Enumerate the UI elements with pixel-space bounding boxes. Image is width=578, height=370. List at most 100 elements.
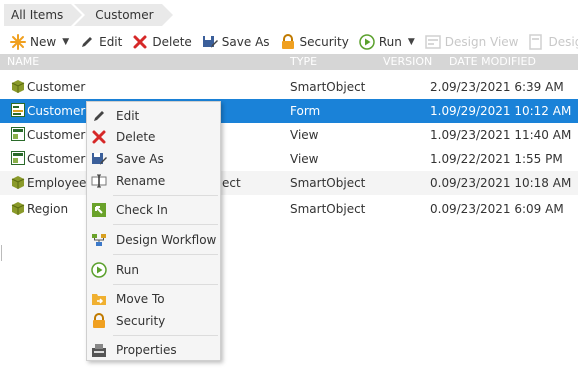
security-button-label: Security: [299, 35, 349, 49]
pencil-icon: [91, 108, 107, 124]
delete-x-icon: [132, 34, 148, 50]
design-form-button-label: Design Fo: [548, 35, 578, 49]
form-icon: [11, 103, 25, 117]
save-as-button[interactable]: Save As: [202, 34, 270, 50]
new-button[interactable]: New ▼: [10, 34, 69, 50]
row-version: 0.0: [430, 202, 450, 216]
context-menu: Edit Delete Save As Rename Check In Desi…: [86, 101, 221, 361]
row-version: 1.0: [430, 128, 450, 142]
lock-icon: [280, 34, 296, 50]
row-date: 9/29/2021 10:12 AM: [449, 104, 572, 118]
menu-item-label: Edit: [116, 109, 140, 123]
folder-move-icon: [91, 291, 107, 307]
smartobject-icon: [11, 201, 25, 215]
run-play-icon: [91, 262, 107, 278]
menu-separator: [113, 195, 218, 196]
column-header-date-modified[interactable]: DATE MODIFIED: [449, 55, 536, 68]
design-view-icon: [425, 34, 441, 50]
menu-item-label: Run: [116, 263, 140, 277]
delete-button[interactable]: Delete: [132, 34, 192, 50]
menu-item-label: Delete: [116, 130, 156, 144]
menu-item-edit[interactable]: Edit: [87, 105, 220, 127]
menu-item-label: Check In: [116, 203, 168, 217]
check-in-icon: [91, 202, 107, 218]
save-as-icon: [91, 151, 107, 167]
menu-item-label: Security: [116, 314, 166, 328]
column-header-version[interactable]: VERSION: [383, 55, 432, 68]
menu-item-label: Save As: [116, 152, 164, 166]
workflow-icon: [91, 232, 107, 248]
menu-item-delete[interactable]: Delete: [87, 126, 220, 148]
row-type: Form: [290, 104, 321, 118]
edit-button[interactable]: Edit: [79, 34, 122, 50]
smartobject-icon: [11, 175, 25, 189]
menu-separator: [113, 224, 218, 225]
design-view-button[interactable]: Design View: [425, 34, 519, 50]
menu-item-security[interactable]: Security: [87, 310, 220, 332]
row-date: 9/22/2021 1:55 PM: [449, 152, 563, 166]
new-button-label: New: [30, 35, 57, 49]
toolbar: New ▼ Edit Delete Save As Security Run ▼: [0, 30, 578, 54]
menu-item-save-as[interactable]: Save As: [87, 148, 220, 170]
row-name: Customer: [27, 80, 86, 94]
save-as-button-label: Save As: [221, 35, 270, 49]
breadcrumb-all-items[interactable]: All Items: [4, 4, 83, 26]
save-as-icon: [202, 34, 218, 50]
row-date: 9/23/2021 10:18 AM: [449, 176, 572, 190]
run-play-icon: [359, 34, 375, 50]
row-date: 9/23/2021 6:09 AM: [449, 202, 564, 216]
run-button-label: Run: [378, 35, 402, 49]
row-type: View: [290, 152, 319, 166]
row-type: SmartObject: [290, 80, 366, 94]
properties-icon: [91, 342, 107, 358]
menu-item-move-to[interactable]: Move To: [87, 288, 220, 310]
menu-item-design-workflow[interactable]: Design Workflow: [87, 229, 220, 251]
smartobject-icon: [11, 79, 25, 93]
menu-item-rename[interactable]: Rename: [87, 170, 220, 192]
row-name: Customer I: [27, 128, 93, 142]
menu-separator: [113, 254, 218, 255]
pencil-icon: [79, 34, 95, 50]
run-button[interactable]: Run ▼: [359, 34, 415, 50]
rename-icon: [91, 173, 107, 189]
menu-item-label: Design Workflow: [116, 233, 217, 247]
breadcrumb-customer[interactable]: Customer: [74, 4, 173, 26]
row-name: Region: [27, 202, 69, 216]
menu-separator: [113, 335, 218, 336]
row-version: 1.0: [430, 152, 450, 166]
design-form-icon: [528, 34, 544, 50]
chevron-down-icon[interactable]: ▼: [408, 37, 415, 47]
row-name: Customer: [27, 104, 86, 118]
menu-item-check-in[interactable]: Check In: [87, 199, 220, 221]
panel-resize-handle[interactable]: [1, 245, 3, 261]
row-date: 9/23/2021 6:39 AM: [449, 80, 564, 94]
row-type: SmartObject: [290, 176, 366, 190]
menu-item-label: Move To: [116, 292, 165, 306]
row-type: SmartObject: [290, 202, 366, 216]
row-version: 2.0: [430, 80, 450, 94]
view-icon: [11, 127, 25, 141]
row-name-tail: ect: [222, 176, 241, 190]
design-view-button-label: Design View: [444, 35, 519, 49]
view-icon: [11, 151, 25, 165]
delete-x-icon: [91, 129, 107, 145]
row-date: 9/23/2021 11:40 AM: [449, 128, 572, 142]
menu-separator: [113, 284, 218, 285]
menu-item-label: Properties: [116, 343, 177, 357]
menu-item-label: Rename: [116, 174, 166, 188]
row-type: View: [290, 128, 319, 142]
row-version: 0.0: [430, 176, 450, 190]
security-button[interactable]: Security: [280, 34, 349, 50]
table-row[interactable]: Customer SmartObject 2.0 9/23/2021 6:39 …: [0, 75, 578, 99]
breadcrumb: All Items Customer: [0, 0, 578, 30]
column-header-type[interactable]: TYPE: [290, 55, 317, 68]
lock-icon: [91, 313, 107, 329]
menu-item-run[interactable]: Run: [87, 259, 220, 281]
edit-button-label: Edit: [99, 35, 123, 49]
row-version: 1.0: [430, 104, 450, 118]
menu-item-properties[interactable]: Properties: [87, 339, 220, 361]
chevron-down-icon[interactable]: ▼: [62, 37, 69, 47]
column-header-name[interactable]: NAME: [7, 55, 39, 68]
grid-header: NAME TYPE VERSION DATE MODIFIED: [0, 54, 578, 70]
design-form-button[interactable]: Design Fo: [528, 34, 578, 50]
